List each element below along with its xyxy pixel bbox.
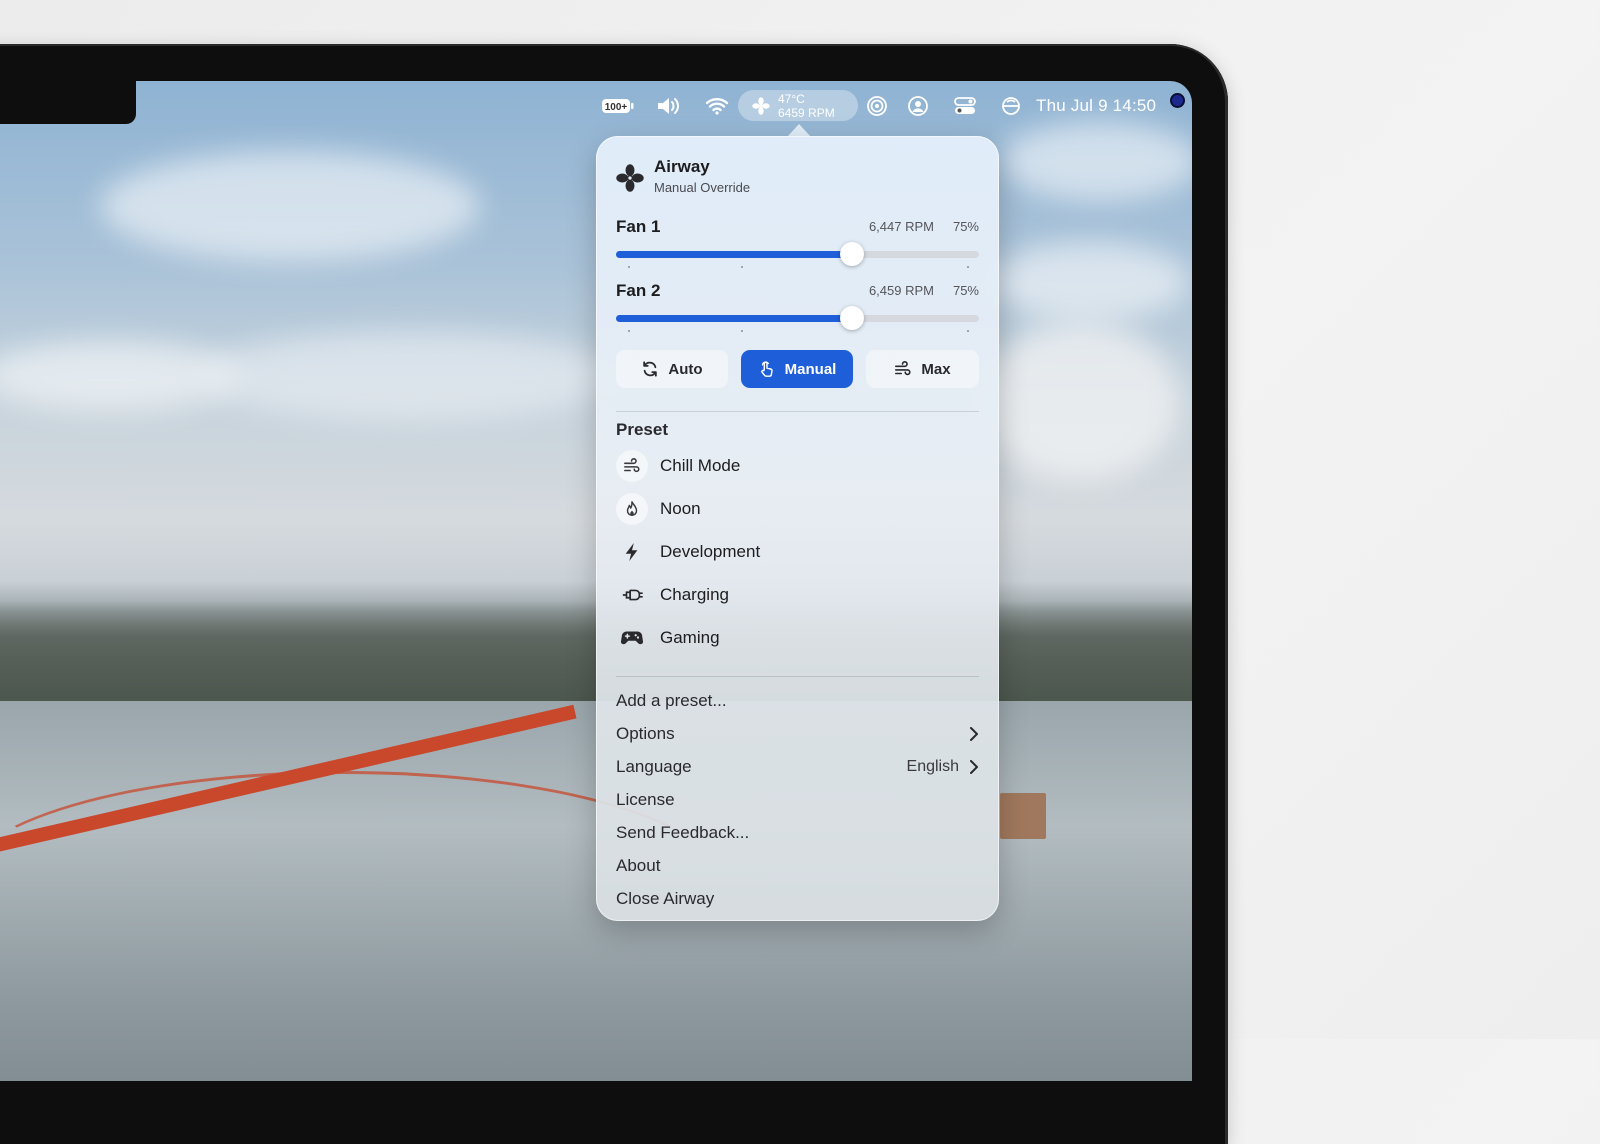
fan-1-slider[interactable] <box>616 242 979 268</box>
battery-level: 100+ <box>605 102 628 113</box>
volume-icon[interactable] <box>654 90 684 122</box>
language-label: Language <box>616 757 692 776</box>
fan-2-percent: 75% <box>952 283 979 298</box>
license-menu-item[interactable]: License <box>616 786 979 814</box>
wind-icon <box>895 361 911 376</box>
camera-indicator-dot <box>1170 93 1185 108</box>
language-value: English <box>906 758 959 775</box>
wifi-icon[interactable] <box>702 90 732 122</box>
divider <box>616 411 979 412</box>
mode-subtitle: Manual Override <box>654 180 751 195</box>
hand-pointer-icon <box>760 361 773 377</box>
send-feedback-menu-item[interactable]: Send Feedback... <box>616 819 979 847</box>
chevron-right-icon <box>970 760 978 774</box>
fan-2-label: Fan 2 <box>616 281 661 300</box>
auto-mode-label: Auto <box>668 360 703 378</box>
options-menu-item[interactable]: Options <box>616 720 979 748</box>
app-logo-fan-icon <box>616 164 644 197</box>
fan-2-slider[interactable] <box>616 306 979 332</box>
plug-icon <box>616 579 648 611</box>
fan-status-pill[interactable]: 47°C 6459 RPM <box>738 90 858 121</box>
fan-icon <box>752 96 770 115</box>
fan-2-slider-knob[interactable] <box>839 306 864 330</box>
preset-development[interactable]: Development <box>616 535 979 569</box>
manual-mode-button[interactable]: Manual <box>741 350 853 388</box>
flame-icon <box>616 493 648 525</box>
options-label: Options <box>616 724 675 743</box>
manual-mode-label: Manual <box>784 360 837 378</box>
language-menu-item[interactable]: Language English <box>616 753 979 781</box>
max-mode-label: Max <box>921 360 951 378</box>
refresh-icon <box>643 361 658 377</box>
divider <box>616 676 979 677</box>
airdrop-icon[interactable] <box>864 90 890 122</box>
wind-icon <box>616 450 648 482</box>
airway-popover: Airway Manual Override Fan 1 6,447 RPM 7… <box>596 136 999 921</box>
preset-label: Development <box>660 542 761 561</box>
bolt-icon <box>616 536 648 568</box>
auto-mode-button[interactable]: Auto <box>616 350 728 388</box>
fan-1-slider-knob[interactable] <box>839 242 864 266</box>
fan-1-label: Fan 1 <box>616 217 661 236</box>
max-mode-button[interactable]: Max <box>866 350 979 388</box>
focus-icon[interactable] <box>998 90 1024 122</box>
user-account-icon[interactable] <box>905 90 931 122</box>
fan-temperature: 47°C <box>778 91 805 106</box>
about-menu-item[interactable]: About <box>616 852 979 880</box>
preset-label: Gaming <box>660 628 720 647</box>
gamepad-icon <box>616 622 648 654</box>
preset-gaming[interactable]: Gaming <box>616 621 979 655</box>
add-preset-menu-item[interactable]: Add a preset... <box>616 687 979 715</box>
fan-1-slider-fill <box>616 251 852 258</box>
preset-label: Chill Mode <box>660 456 741 475</box>
preset-label: Noon <box>660 499 701 518</box>
battery-icon[interactable]: 100+ <box>600 90 636 122</box>
app-title: Airway <box>654 157 710 176</box>
chevron-right-icon <box>970 727 978 741</box>
preset-heading: Preset <box>616 420 668 439</box>
close-airway-menu-item[interactable]: Close Airway <box>616 885 979 913</box>
preset-noon[interactable]: Noon <box>616 492 979 526</box>
preset-label: Charging <box>660 585 729 604</box>
preset-charging[interactable]: Charging <box>616 578 979 612</box>
menu-bar: 100+ 47°C 6459 RPM Thu Jul 9 14:50 <box>0 90 1190 122</box>
preset-chill-mode[interactable]: Chill Mode <box>616 449 979 483</box>
menubar-clock[interactable]: Thu Jul 9 14:50 <box>1036 90 1166 122</box>
fan-2-rpm: 6,459 RPM <box>868 283 934 298</box>
fan-2-slider-fill <box>616 315 852 322</box>
fan-rpm: 6459 RPM <box>778 105 835 120</box>
control-center-icon[interactable] <box>952 90 978 122</box>
fan-1-rpm: 6,447 RPM <box>868 219 934 234</box>
fan-1-percent: 75% <box>952 219 979 234</box>
